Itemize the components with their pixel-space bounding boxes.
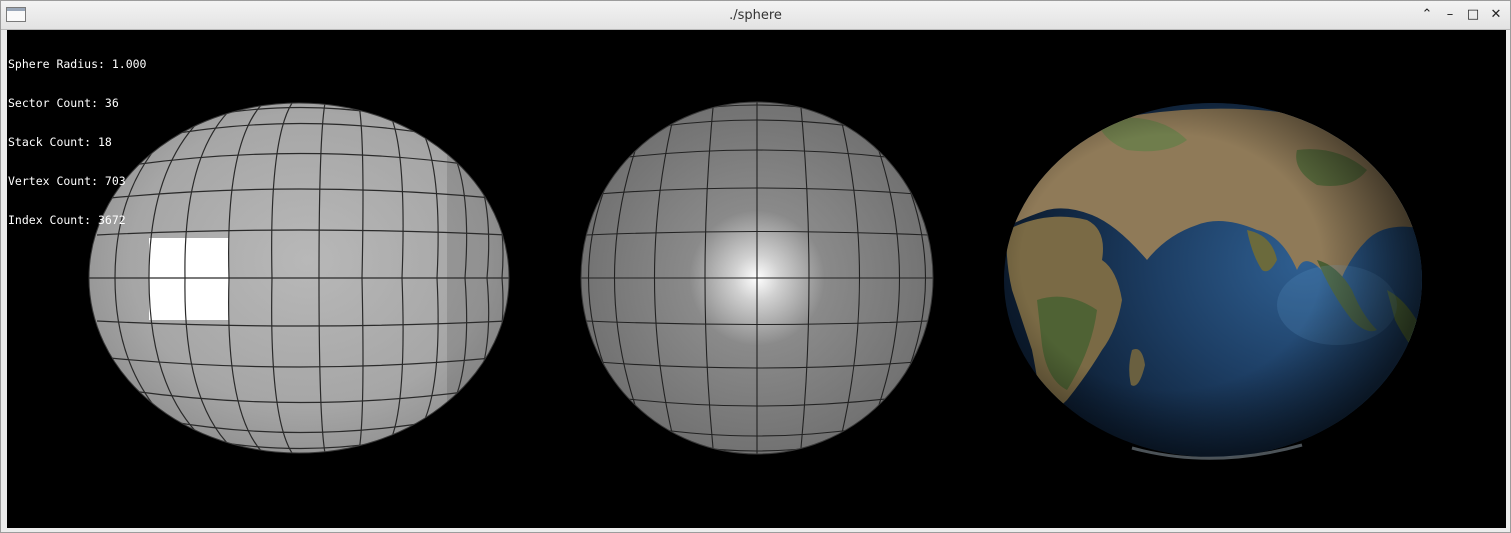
window-title: ./sphere (729, 8, 782, 23)
app-window: ./sphere ⌃ – □ ✕ Sphere Radius: 1.000 Se… (0, 0, 1511, 533)
sphere-scene (88, 101, 1422, 460)
textured-earth-sphere (1004, 103, 1422, 460)
sphere-radius-text: Sphere Radius: 1.000 (8, 57, 147, 71)
flat-shaded-sphere (88, 102, 510, 454)
smooth-shaded-sphere (580, 101, 934, 455)
shade-icon[interactable]: ⌃ (1418, 6, 1436, 24)
gl-viewport[interactable]: Sphere Radius: 1.000 Sector Count: 36 St… (7, 30, 1506, 528)
title-bar[interactable]: ./sphere ⌃ – □ ✕ (1, 1, 1510, 30)
vertex-count-text: Vertex Count: 703 (8, 174, 126, 188)
stats-overlay: Sphere Radius: 1.000 Sector Count: 36 St… (8, 32, 146, 253)
minimize-icon[interactable]: – (1441, 6, 1459, 24)
index-count-text: Index Count: 3672 (8, 213, 126, 227)
sector-count-text: Sector Count: 36 (8, 96, 119, 110)
stack-count-text: Stack Count: 18 (8, 135, 112, 149)
maximize-icon[interactable]: □ (1464, 6, 1482, 24)
close-icon[interactable]: ✕ (1487, 6, 1505, 24)
